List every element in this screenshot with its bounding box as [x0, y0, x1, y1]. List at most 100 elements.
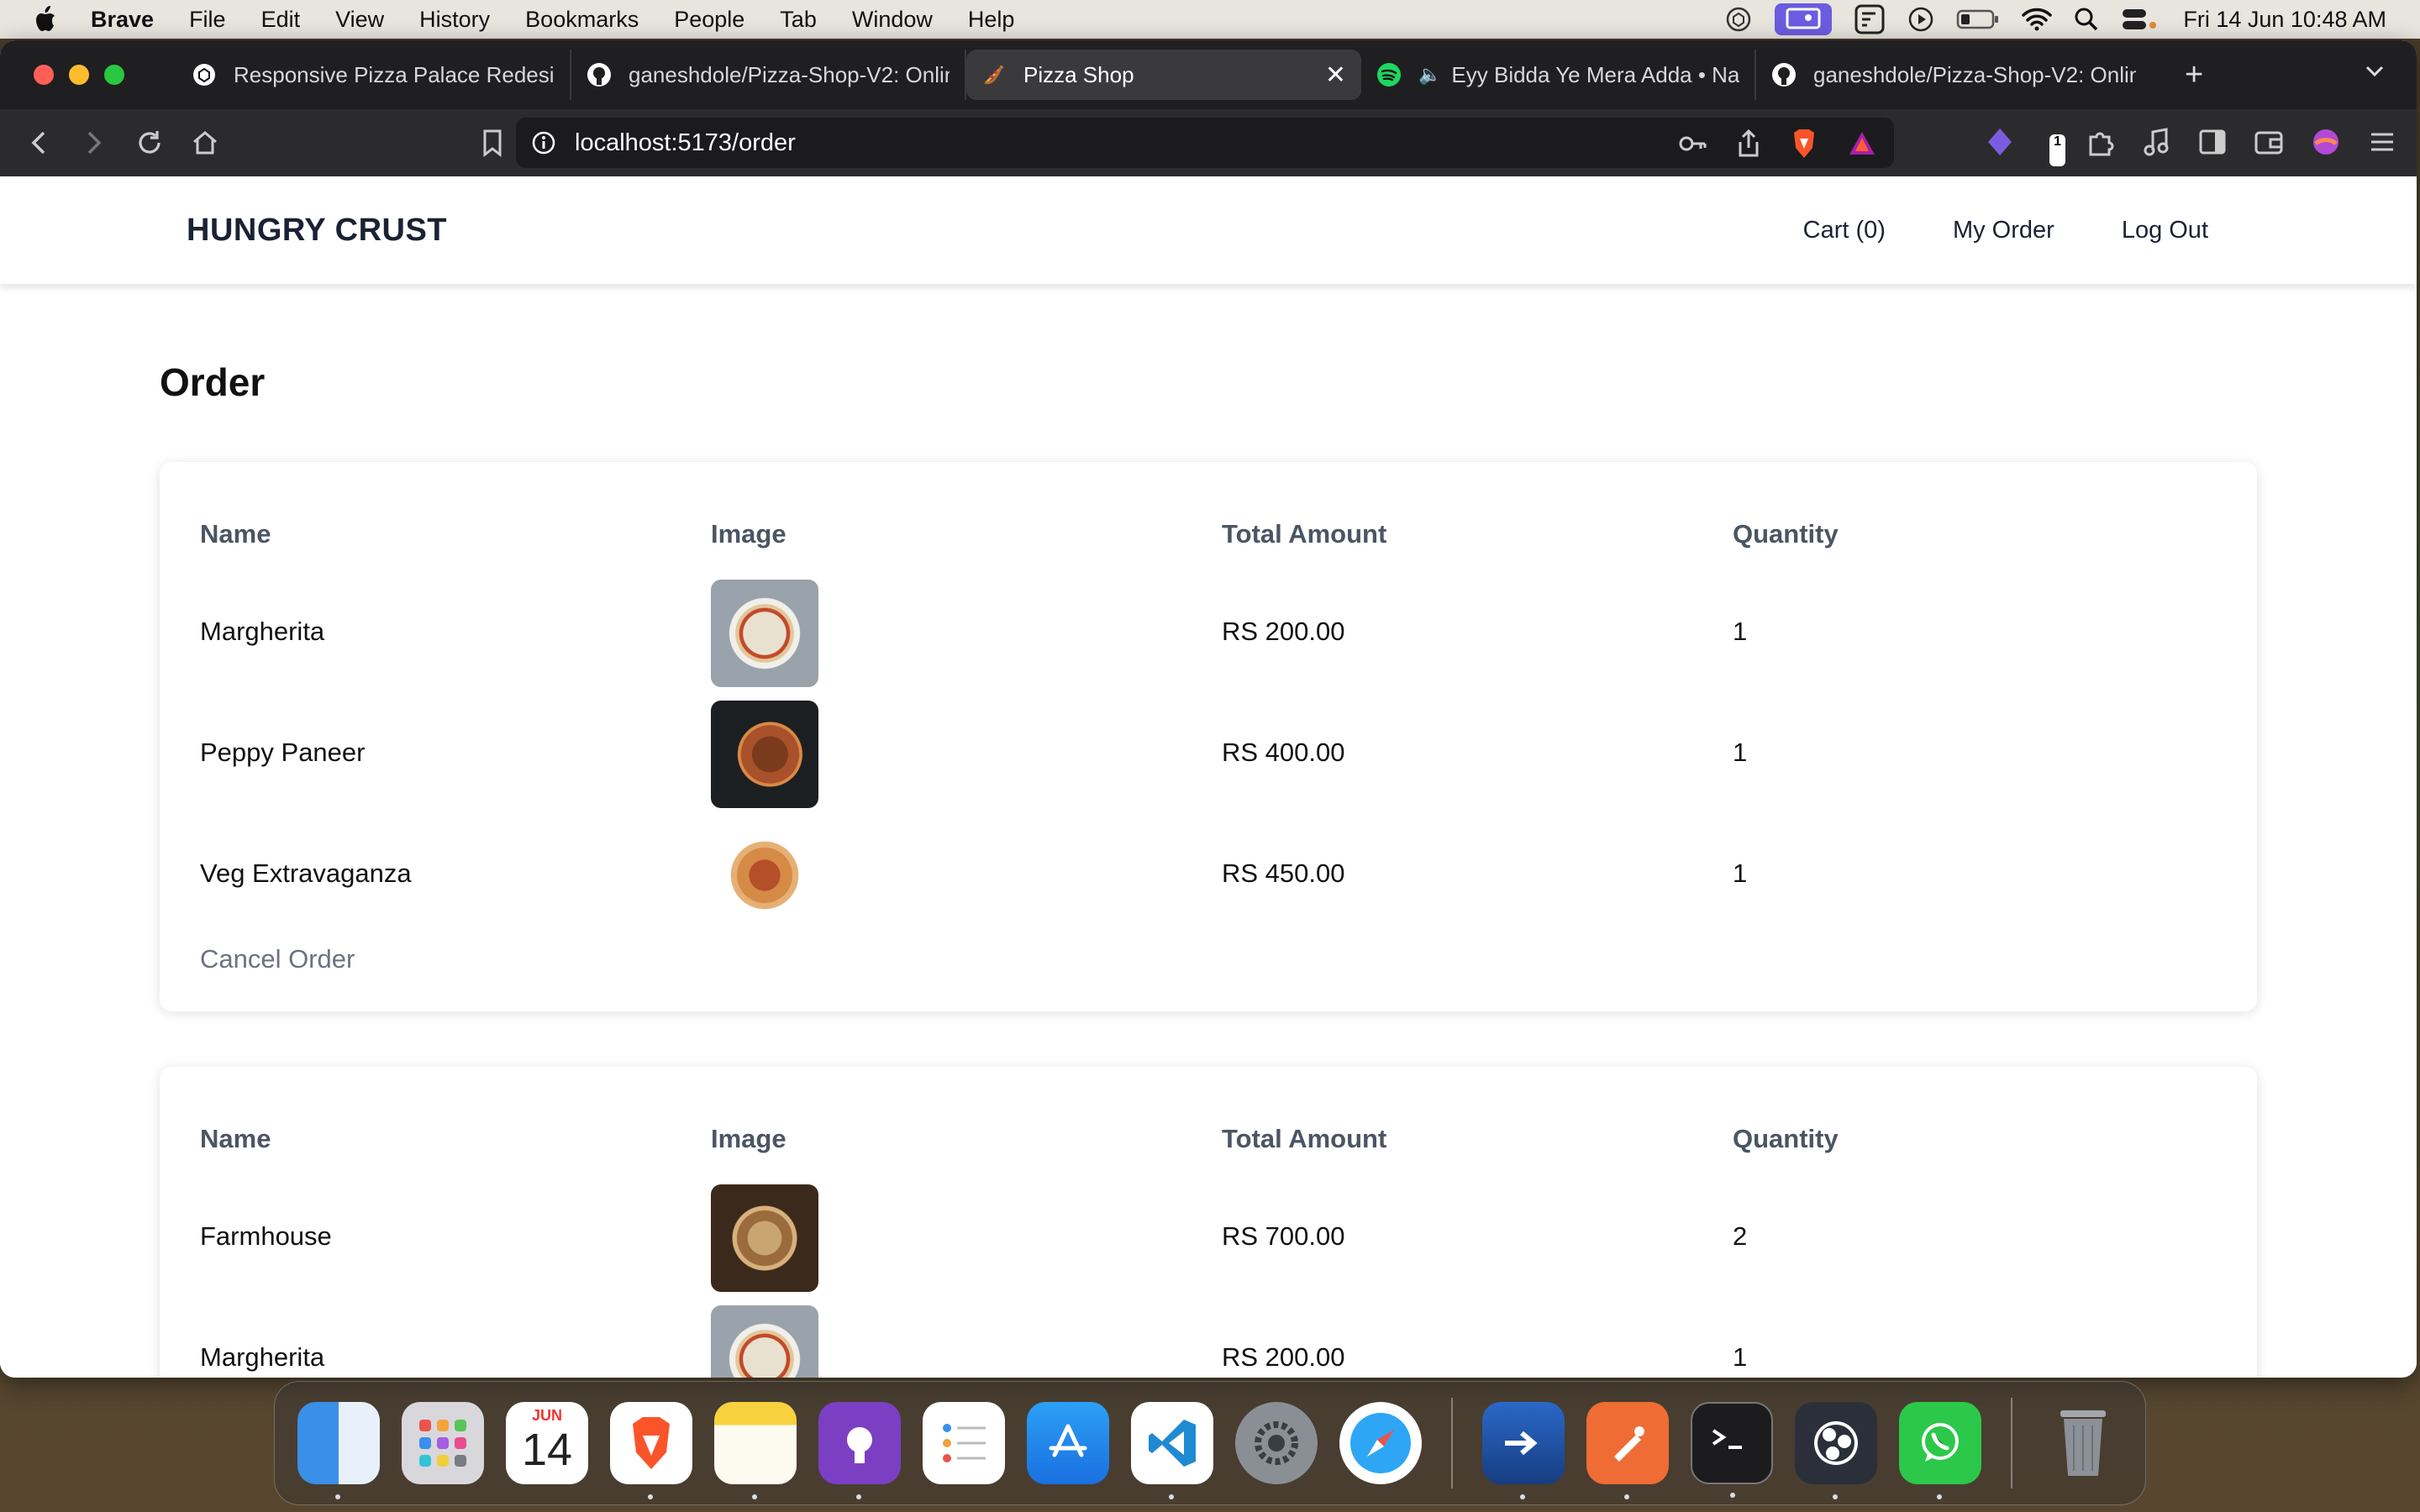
site-navbar: HUNGRY CRUST Cart (0) My Order Log Out: [0, 176, 2417, 284]
pizza-image: [711, 822, 818, 929]
menu-people[interactable]: People: [674, 7, 744, 33]
system-settings-icon[interactable]: [1235, 1402, 1318, 1484]
column-header-image: Image: [711, 1124, 786, 1153]
extensions-puzzle-icon[interactable]: [2086, 127, 2116, 157]
menu-tab[interactable]: Tab: [780, 7, 817, 33]
tab-spotify[interactable]: 🔈 Eyy Bidda Ye Mera Adda • Nak: [1361, 50, 1756, 100]
control-center-icon[interactable]: [2121, 7, 2158, 32]
brave-browser-icon[interactable]: [610, 1402, 692, 1499]
url-text[interactable]: localhost:5173/order: [575, 129, 796, 157]
trash-icon[interactable]: [2042, 1402, 2124, 1484]
sidebar-toggle-icon[interactable]: [2198, 128, 2227, 156]
site-info-icon[interactable]: [531, 130, 556, 155]
nav-my-order-link[interactable]: My Order: [1953, 217, 2054, 244]
postman-icon[interactable]: [1586, 1402, 1669, 1499]
brave-shields-icon[interactable]: [1790, 128, 1818, 160]
pizza-icon: [981, 62, 1007, 87]
column-header-quantity: Quantity: [1733, 519, 1839, 549]
openai-status-icon[interactable]: [1724, 5, 1753, 34]
finder-icon[interactable]: [297, 1402, 380, 1499]
notes-icon[interactable]: [714, 1402, 797, 1499]
media-music-icon[interactable]: [2143, 127, 2171, 157]
share-icon[interactable]: [1736, 129, 1761, 159]
menubar-clock[interactable]: Fri 14 Jun 10:48 AM: [2183, 7, 2386, 33]
menu-window[interactable]: Window: [852, 7, 933, 33]
column-header-name: Name: [200, 1124, 271, 1153]
play-icon[interactable]: [1907, 6, 1934, 33]
item-quantity: 1: [1733, 1342, 1748, 1372]
order-card: Name Image Total Amount Quantity Margher…: [160, 462, 2257, 1011]
close-window-button[interactable]: [34, 65, 54, 85]
password-key-icon[interactable]: [1677, 129, 1707, 159]
reload-icon[interactable]: [133, 126, 166, 160]
calendar-icon[interactable]: JUN 14: [506, 1402, 588, 1484]
item-quantity: 1: [1733, 738, 1748, 767]
forward-icon[interactable]: [77, 126, 111, 160]
wifi-icon[interactable]: [2022, 8, 2053, 31]
item-total: RS 450.00: [1222, 858, 1345, 888]
terminal-icon[interactable]: [1691, 1402, 1773, 1498]
apple-menu-icon[interactable]: [32, 5, 60, 34]
reminders-icon[interactable]: [923, 1402, 1005, 1484]
table-row: Peppy Paneer RS 400.00 1: [160, 701, 2257, 808]
wallet-icon[interactable]: [2254, 128, 2284, 156]
new-tab-button[interactable]: +: [2185, 57, 2203, 93]
extension-diamond-icon[interactable]: 1: [1984, 126, 2065, 166]
menu-bookmarks[interactable]: Bookmarks: [525, 7, 639, 33]
tab-title: ganeshdole/Pizza-Shop-V2: Onlin: [1813, 61, 2136, 87]
launchpad-icon[interactable]: [402, 1402, 484, 1484]
window-manager-icon[interactable]: [1854, 3, 1886, 35]
site-brand-logo[interactable]: HUNGRY CRUST: [187, 213, 447, 249]
battery-icon[interactable]: [1956, 8, 2000, 30]
whatsapp-icon[interactable]: [1899, 1402, 1981, 1499]
screen-share-icon[interactable]: [1775, 3, 1833, 35]
nav-cart-link[interactable]: Cart (0): [1803, 217, 1886, 244]
app-store-icon[interactable]: [1027, 1402, 1109, 1484]
home-icon[interactable]: [188, 126, 222, 160]
tab-search-chevron-icon[interactable]: [2363, 59, 2386, 87]
audio-playing-icon[interactable]: 🔈: [1418, 64, 1441, 86]
tab-title: Eyy Bidda Ye Mera Adda • Nak: [1451, 61, 1739, 87]
web-page: HUNGRY CRUST Cart (0) My Order Log Out O…: [0, 176, 2417, 1378]
menu-edit[interactable]: Edit: [261, 7, 301, 33]
tab-github-1[interactable]: ganeshdole/Pizza-Shop-V2: Onlin: [571, 50, 966, 100]
cancel-order-button[interactable]: Cancel Order: [200, 944, 355, 974]
status-area: Fri 14 Jun 10:48 AM: [1702, 0, 2420, 39]
item-name: Peppy Paneer: [200, 738, 366, 767]
brave-rewards-icon[interactable]: [1847, 129, 1877, 158]
menu-file[interactable]: File: [189, 7, 226, 33]
menu-help[interactable]: Help: [968, 7, 1015, 33]
tab-pizza-shop[interactable]: Pizza Shop ✕: [966, 50, 1361, 100]
column-header-total: Total Amount: [1222, 1124, 1387, 1153]
openai-icon: [192, 62, 217, 87]
leo-ai-icon[interactable]: [2311, 127, 2341, 157]
safari-icon[interactable]: [1339, 1402, 1422, 1484]
close-tab-icon[interactable]: ✕: [1325, 60, 1346, 90]
browser-window: Responsive Pizza Palace Redesign ganeshd…: [0, 40, 2417, 1378]
tab-title: ganeshdole/Pizza-Shop-V2: Onlin: [629, 61, 950, 87]
browser-menu-icon[interactable]: [2368, 129, 2396, 155]
github-desktop-icon[interactable]: [818, 1402, 901, 1499]
spotlight-search-icon[interactable]: [2074, 7, 2099, 32]
item-total: RS 700.00: [1222, 1221, 1345, 1251]
table-row: Margherita RS 200.00 1: [160, 1305, 2257, 1378]
minimize-window-button[interactable]: [69, 65, 89, 85]
vscode-icon[interactable]: [1131, 1402, 1213, 1499]
zoom-window-button[interactable]: [104, 65, 124, 85]
column-header-name: Name: [200, 519, 271, 549]
obs-icon[interactable]: [1795, 1402, 1877, 1499]
pizza-image: [711, 1184, 818, 1292]
migration-assistant-icon[interactable]: [1482, 1402, 1565, 1499]
tab-github-2[interactable]: ganeshdole/Pizza-Shop-V2: Onlin: [1756, 50, 2151, 100]
tab-responsive-pizza[interactable]: Responsive Pizza Palace Redesign: [176, 50, 571, 100]
table-row: Veg Extravaganza RS 450.00 1: [160, 822, 2257, 929]
menu-history[interactable]: History: [419, 7, 490, 33]
item-name: Farmhouse: [200, 1221, 332, 1251]
item-quantity: 2: [1733, 1221, 1748, 1251]
menu-app-name[interactable]: Brave: [91, 7, 154, 33]
back-icon[interactable]: [22, 126, 55, 160]
nav-logout-link[interactable]: Log Out: [2122, 217, 2208, 244]
menu-view[interactable]: View: [335, 7, 384, 33]
bookmark-icon[interactable]: [476, 126, 509, 160]
address-bar[interactable]: localhost:5173/order: [516, 118, 1894, 168]
